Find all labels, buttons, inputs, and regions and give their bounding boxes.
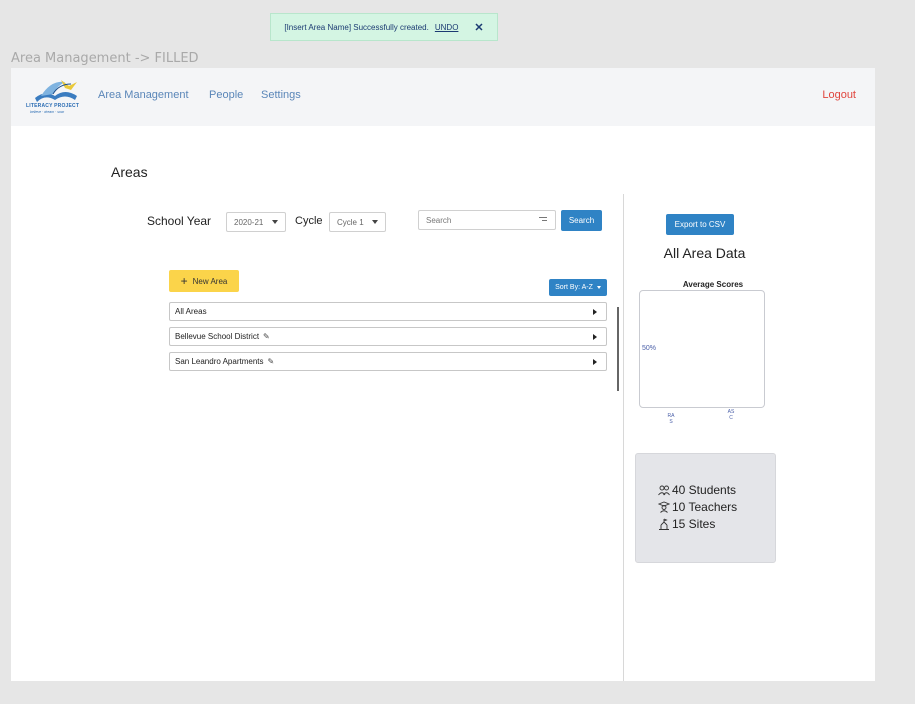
logo-text: LITERACY PROJECT (26, 103, 80, 109)
search-button-label: Search (568, 216, 595, 225)
y-tick-label: 50% (642, 345, 657, 352)
school-year-label: School Year (147, 214, 212, 228)
nav-settings[interactable]: Settings (261, 89, 301, 101)
area-row-bellevue[interactable]: Bellevue School District ✎ (169, 327, 607, 346)
chevron-right-icon (593, 359, 597, 365)
chart-title: Average Scores (682, 280, 744, 289)
sites-stat: 15 Sites (658, 517, 715, 531)
pencil-icon[interactable]: ✎ (268, 357, 275, 366)
export-csv-button[interactable]: Export to CSV (666, 214, 734, 235)
students-count: 40 Students (672, 483, 737, 497)
cycle-select[interactable]: Cycle 1 (329, 212, 386, 232)
top-navbar: LITERACY PROJECT believe · dream · soar … (11, 68, 875, 126)
search-input[interactable]: Search (418, 210, 556, 230)
area-name: All Areas (175, 307, 207, 316)
panel-divider (623, 194, 624, 681)
area-name: San Leandro Apartments (175, 357, 264, 366)
sort-label: Sort By: A-Z (555, 284, 593, 291)
search-placeholder: Search (426, 215, 452, 225)
export-csv-label: Export to CSV (674, 220, 726, 229)
book-bird-logo-icon (35, 80, 77, 102)
cycle-value: Cycle 1 (337, 217, 364, 227)
nav-people[interactable]: People (209, 89, 243, 101)
students-icon (658, 485, 670, 496)
sort-dropdown[interactable]: Sort By: A-Z (549, 279, 607, 296)
chevron-down-icon (372, 220, 378, 224)
site-icon (659, 518, 669, 530)
success-toast: [Insert Area Name] Successfully created.… (270, 13, 498, 41)
all-area-data-title: All Area Data (663, 245, 746, 261)
area-name: Bellevue School District (175, 332, 260, 341)
school-year-select[interactable]: 2020-21 (226, 212, 286, 232)
x-tick-line: C (729, 415, 733, 421)
chevron-right-icon (593, 334, 597, 340)
app-screen: LITERACY PROJECT believe · dream · soar … (11, 68, 875, 681)
literacy-project-logo[interactable]: LITERACY PROJECT believe · dream · soar (26, 76, 84, 118)
pencil-icon[interactable]: ✎ (263, 332, 270, 341)
chevron-down-icon (596, 286, 601, 289)
chevron-right-icon (593, 309, 597, 315)
teachers-stat: 10 Teachers (658, 500, 737, 514)
search-button[interactable]: Search (561, 210, 602, 231)
page-title: Areas (111, 164, 148, 180)
nav-area-management[interactable]: Area Management (98, 89, 189, 101)
stats-card: 40 Students 10 Teachers 15 Sites (635, 453, 776, 563)
teacher-icon (658, 501, 670, 513)
chevron-down-icon (272, 220, 278, 224)
x-tick-label-ras: RA S (666, 413, 676, 425)
x-tick-line: S (669, 419, 673, 425)
plus-icon: + (180, 274, 188, 288)
teachers-count: 10 Teachers (672, 500, 738, 514)
x-tick-label-asc: AS C (726, 409, 736, 421)
filter-icon[interactable] (539, 217, 547, 223)
school-year-value: 2020-21 (234, 217, 264, 227)
area-row-all-areas[interactable]: All Areas (169, 302, 607, 321)
list-scrollbar[interactable] (617, 307, 619, 391)
undo-link[interactable]: UNDO (435, 23, 459, 32)
average-scores-chart (639, 290, 765, 408)
logout-link[interactable]: Logout (822, 89, 856, 101)
new-area-label: New Area (192, 276, 228, 286)
close-icon[interactable]: ✕ (474, 21, 483, 34)
frame-label: Area Management -> FILLED (11, 51, 199, 66)
cycle-label: Cycle (295, 215, 323, 227)
area-row-san-leandro[interactable]: San Leandro Apartments ✎ (169, 352, 607, 371)
sites-count: 15 Sites (672, 517, 716, 531)
toast-message: [Insert Area Name] Successfully created. (284, 22, 429, 32)
students-stat: 40 Students (658, 483, 736, 497)
logo-tagline: believe · dream · soar (30, 110, 65, 114)
new-area-button[interactable]: + New Area (169, 270, 239, 292)
